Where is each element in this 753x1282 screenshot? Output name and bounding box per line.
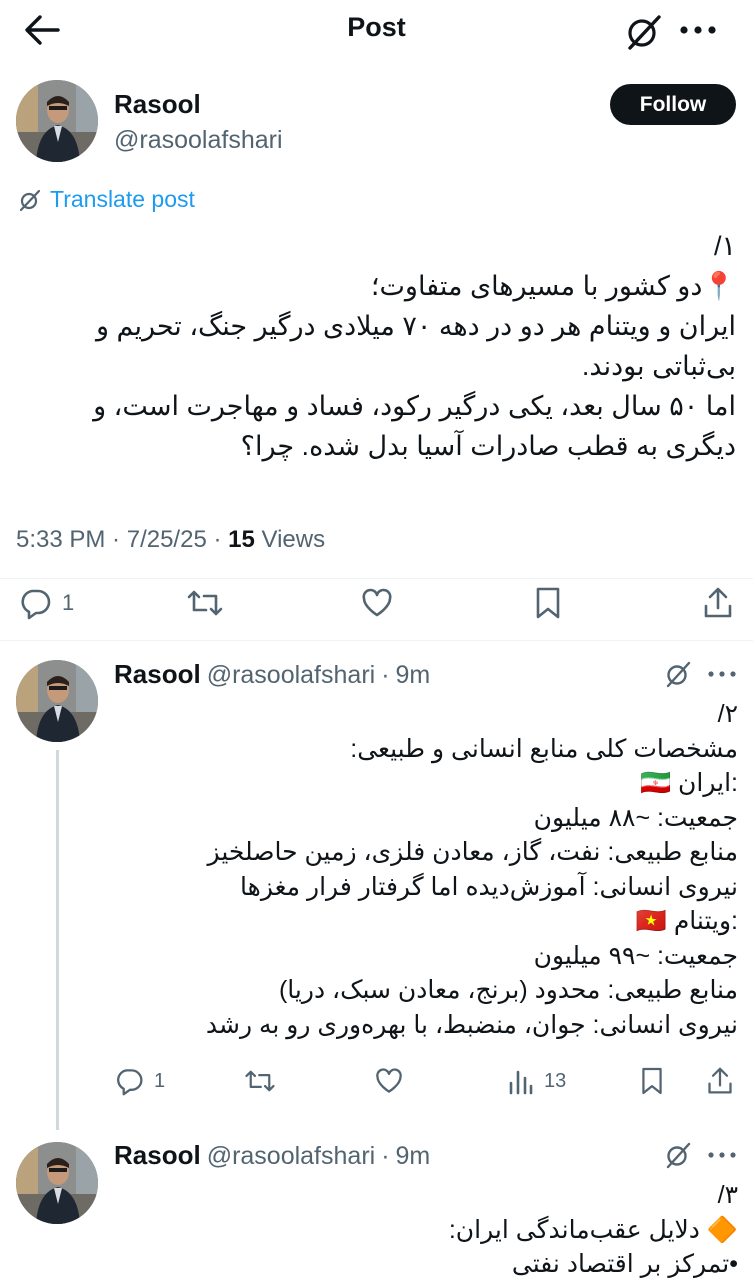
author-name[interactable]: Rasool	[114, 89, 201, 120]
grok-icon	[628, 15, 661, 50]
divider	[0, 640, 753, 641]
post-meta: 5:33 PM · 7/25/25 · 15 Views	[16, 526, 326, 553]
reply-icon	[21, 589, 51, 620]
views-count: 15	[228, 526, 255, 553]
reply-button[interactable]: 1	[18, 586, 74, 620]
more-icon	[708, 1152, 736, 1158]
reply-button[interactable]: 1	[114, 1066, 165, 1096]
reply-text-line: نیروی انسانی: جوان، منضبط، با بهره‌وری ر…	[205, 1010, 738, 1039]
repost-icon	[187, 590, 223, 616]
post-date[interactable]: 7/25/25	[127, 526, 207, 553]
post-text-line: /۱	[713, 231, 736, 261]
views-label: Views	[261, 526, 326, 553]
author-avatar[interactable]	[16, 80, 98, 162]
grok-icon	[666, 661, 691, 688]
share-button[interactable]	[702, 586, 734, 620]
translate-label: Translate post	[50, 186, 195, 212]
post-text-line: دیگری به قطب صادرات آسیا بدل شده. چرا؟	[240, 431, 736, 461]
bookmark-icon	[536, 587, 560, 619]
reply-time[interactable]: 9m	[396, 661, 431, 690]
post-text-line: اما ۵۰ سال بعد، یکی درگیر رکود، فساد و م…	[93, 391, 736, 421]
bookmark-button[interactable]	[534, 586, 562, 620]
reply-text-line: جمعیت: ~۹۹ میلیون	[533, 941, 738, 970]
grok-icon	[666, 1142, 691, 1169]
reply-text-line: منابع طبیعی: محدود (برنج، معادن سبک، دری…	[278, 976, 738, 1004]
reply-author-handle[interactable]: @rasoolafshari	[207, 661, 376, 690]
grok-button[interactable]	[664, 1141, 692, 1169]
reply-author-name[interactable]: Rasool	[114, 1140, 201, 1171]
reply-text-line: نیروی انسانی: آموزش‌دیده اما گرفتار فرار…	[240, 872, 738, 901]
reply-text-line: جمعیت: ~۸۸ میلیون	[533, 803, 738, 832]
like-icon	[376, 1068, 402, 1093]
reply-author-handle[interactable]: @rasoolafshari	[207, 1142, 376, 1171]
reply-count: 1	[62, 590, 75, 615]
more-icon	[680, 26, 716, 34]
post-text-line: 📍دو کشور با مسیرهای متفاوت؛	[370, 271, 736, 301]
views-icon	[509, 1070, 533, 1095]
reply-text-line: 🇻🇳 ویتنام:	[635, 907, 738, 935]
post-actions: 1	[0, 582, 753, 626]
reply-text: /۲ مشخصات کلی منابع انسانی و طبیعی: 🇮🇷 ا…	[114, 697, 738, 1042]
reply-text-line: 🇮🇷 ایران:	[639, 769, 738, 797]
views-button[interactable]: 13	[508, 1066, 566, 1096]
repost-button[interactable]	[244, 1066, 276, 1096]
author-handle[interactable]: @rasoolafshari	[114, 126, 283, 155]
reply-text-line: 🔶 دلایل عقب‌ماندگی ایران:	[448, 1215, 738, 1244]
share-icon	[708, 1067, 732, 1094]
divider	[0, 578, 753, 579]
bookmark-icon	[642, 1067, 662, 1095]
share-icon	[704, 587, 732, 618]
translate-icon	[18, 188, 42, 212]
grok-button[interactable]	[624, 12, 664, 52]
reply-avatar[interactable]	[16, 1142, 98, 1224]
post-time[interactable]: 5:33 PM	[16, 526, 105, 553]
reply-text-line: مشخصات کلی منابع انسانی و طبیعی:	[350, 734, 738, 763]
reply-text-line: /۳	[717, 1181, 738, 1209]
reply-count: 1	[154, 1069, 166, 1092]
reply-avatar[interactable]	[16, 660, 98, 742]
reply-text: /۳ 🔶 دلایل عقب‌ماندگی ایران: •تمرکز بر ا…	[114, 1178, 738, 1282]
post-text: /۱ 📍دو کشور با مسیرهای متفاوت؛ ایران و و…	[24, 226, 736, 466]
reply-author-name[interactable]: Rasool	[114, 659, 201, 690]
share-button[interactable]	[706, 1066, 734, 1096]
bookmark-button[interactable]	[640, 1066, 664, 1096]
more-options-button[interactable]	[706, 1147, 738, 1163]
like-icon	[362, 588, 392, 617]
follow-button[interactable]: Follow	[610, 84, 736, 125]
more-icon	[708, 671, 736, 677]
grok-button[interactable]	[664, 660, 692, 688]
repost-icon	[245, 1070, 275, 1092]
reply-text-line: منابع طبیعی: نفت، گاز، معادن فلزی، زمین …	[207, 838, 738, 866]
like-button[interactable]	[374, 1066, 404, 1096]
reply-header: Rasool @rasoolafshari · 9m	[114, 659, 431, 690]
post-text-line: ایران و ویتنام هر دو در دهه ۷۰ میلادی در…	[95, 311, 736, 341]
translate-post-link[interactable]: Translate post	[18, 186, 195, 213]
post-text-line: بی‌ثباتی بودند.	[581, 351, 736, 381]
reply-text-line: •تمرکز بر اقتصاد نفتی	[511, 1250, 738, 1278]
reply-time[interactable]: 9m	[396, 1142, 431, 1171]
like-button[interactable]	[360, 586, 394, 620]
repost-button[interactable]	[186, 586, 224, 620]
reply-actions: 1 13	[0, 1066, 753, 1100]
reply-header: Rasool @rasoolafshari · 9m	[114, 1140, 431, 1171]
more-options-button[interactable]	[676, 18, 720, 42]
reply-text-line: /۲	[717, 700, 738, 728]
reply-icon	[117, 1069, 143, 1096]
more-options-button[interactable]	[706, 666, 738, 682]
views-count: 13	[544, 1069, 567, 1092]
